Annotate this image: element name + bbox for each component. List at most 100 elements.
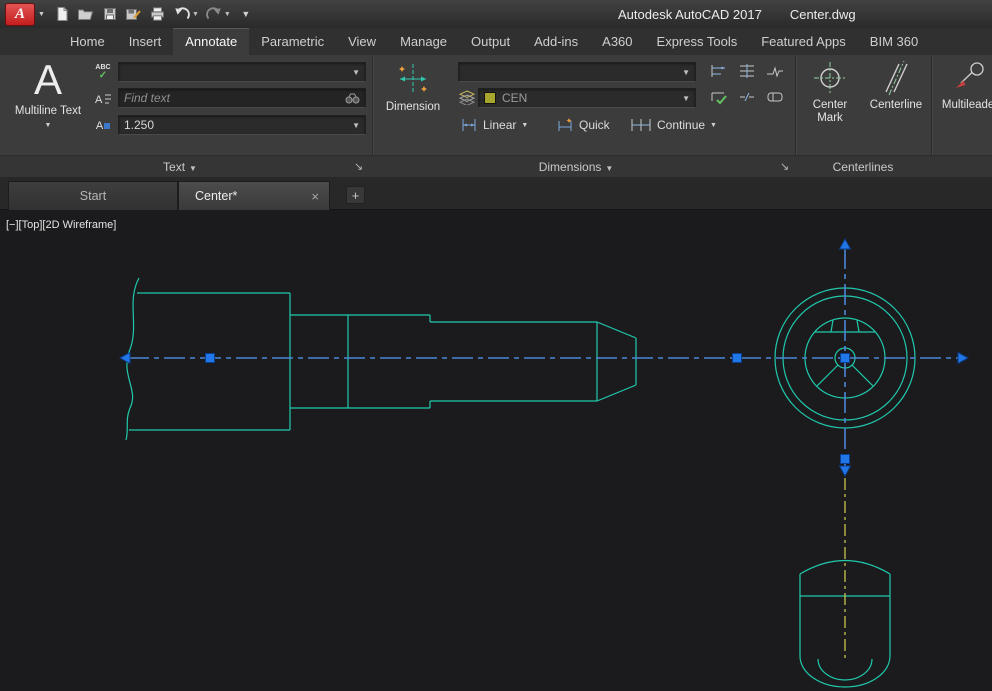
linear-dropdown-icon[interactable]: ▼	[521, 122, 528, 129]
dimensions-panel-title[interactable]: Dimensions▼	[372, 156, 780, 178]
text-style-select-arrow-icon[interactable]: ▼	[348, 68, 360, 77]
centerline-icon	[877, 59, 915, 97]
find-text-field[interactable]	[118, 88, 366, 108]
dimension-layer-combo[interactable]: CEN ▼	[478, 88, 696, 108]
multileaders-panel: Multileader	[931, 55, 992, 155]
find-binoculars-icon	[345, 92, 360, 104]
text-height-arrow-icon[interactable]: ▼	[348, 121, 360, 130]
title-bar: A ▼ ▼ ▼	[0, 0, 992, 28]
ribbon-tab-bar: Home Insert Annotate Parametric View Man…	[0, 28, 992, 55]
save-icon	[102, 6, 118, 22]
tab-bim360[interactable]: BIM 360	[858, 28, 930, 55]
multileader-icon	[952, 59, 988, 97]
grip-triangle-left[interactable]	[120, 353, 130, 364]
continue-dropdown-icon[interactable]: ▼	[710, 122, 717, 129]
drawing-viewport[interactable]	[0, 210, 992, 691]
tab-view[interactable]: View	[336, 28, 388, 55]
tab-home[interactable]: Home	[58, 28, 117, 55]
dim-update-icon	[709, 88, 729, 106]
dim-adjust-space-button[interactable]	[734, 60, 760, 82]
tab-a360[interactable]: A360	[590, 28, 644, 55]
file-tab-start[interactable]: Start	[8, 181, 178, 210]
autocad-app-menu-button[interactable]: A	[5, 3, 35, 26]
spell-check-button[interactable]: ABC✓	[92, 62, 114, 82]
continue-dim-icon	[630, 117, 652, 133]
tab-annotate[interactable]: Annotate	[173, 28, 249, 55]
dim-update-button[interactable]	[706, 86, 732, 108]
grip-square[interactable]	[206, 354, 215, 363]
tab-addins[interactable]: Add-ins	[522, 28, 590, 55]
undo-button[interactable]: ▼	[171, 2, 201, 26]
tab-output[interactable]: Output	[459, 28, 522, 55]
tab-insert[interactable]: Insert	[117, 28, 174, 55]
text-panel-launcher-icon[interactable]: ↘	[354, 156, 363, 178]
redo-button[interactable]: ▼	[203, 2, 233, 26]
grip-square[interactable]	[841, 455, 850, 464]
grip-triangle-top[interactable]	[840, 239, 851, 249]
new-file-button[interactable]	[51, 2, 73, 26]
find-text-input[interactable]	[124, 91, 345, 105]
tab-featured-apps[interactable]: Featured Apps	[749, 28, 858, 55]
text-style-select[interactable]: ▼	[118, 62, 366, 82]
print-button[interactable]	[147, 2, 169, 26]
multiline-text-button[interactable]: A Multiline Text ▼	[8, 57, 88, 132]
ribbon: A Multiline Text ▼ ABC✓ A A ▼	[0, 55, 992, 177]
layer-combo-arrow-icon[interactable]: ▼	[678, 94, 690, 103]
text-height-input[interactable]	[124, 118, 348, 132]
dimension-style-select[interactable]: ▼	[458, 62, 696, 82]
quick-dim-icon	[556, 117, 574, 133]
centerlines-panel-title: Centerlines	[795, 156, 931, 178]
viewport-view-control[interactable]: [Top]	[19, 219, 43, 231]
new-file-icon	[54, 6, 70, 22]
text-align-icon: A	[94, 91, 112, 107]
text-align-button[interactable]: A	[92, 89, 114, 109]
tab-parametric[interactable]: Parametric	[249, 28, 336, 55]
dim-break-icon	[737, 88, 757, 106]
center-mark-icon	[811, 59, 849, 97]
dim-jog-button[interactable]	[762, 60, 788, 82]
save-button[interactable]	[99, 2, 121, 26]
dimension-style-arrow-icon[interactable]: ▼	[678, 68, 690, 77]
tab-express-tools[interactable]: Express Tools	[645, 28, 750, 55]
center-mark-button[interactable]: Center Mark	[799, 59, 861, 125]
multiline-text-dropdown-icon[interactable]: ▼	[45, 119, 52, 132]
close-tab-icon[interactable]: ×	[311, 189, 319, 204]
layer-color-swatch	[484, 92, 496, 104]
dimensions-panel-flyout-icon[interactable]: ▼	[605, 164, 613, 173]
viewport-minus-control[interactable]: [−]	[6, 219, 19, 231]
continue-dimension-button[interactable]: Continue ▼	[630, 117, 717, 133]
multileader-button[interactable]: Multileader	[937, 59, 992, 112]
app-menu-chevron-icon[interactable]: ▼	[38, 11, 45, 18]
quick-dimension-button[interactable]: Quick	[556, 117, 610, 133]
tab-manage[interactable]: Manage	[388, 28, 459, 55]
dim-baseline-button[interactable]	[706, 60, 732, 82]
open-file-button[interactable]	[75, 2, 97, 26]
drawing-area[interactable]: [−] [Top] [2D Wireframe]	[0, 210, 992, 691]
text-panel-title[interactable]: Text▼	[0, 156, 360, 178]
file-tab-center[interactable]: Center* ×	[178, 181, 330, 210]
svg-text:A: A	[95, 94, 103, 106]
text-panel-flyout-icon[interactable]: ▼	[189, 164, 197, 173]
linear-dimension-button[interactable]: Linear ▼	[460, 117, 528, 133]
qat-customize-button[interactable]: ▼	[235, 2, 257, 26]
grip-square-center[interactable]	[841, 354, 850, 363]
viewport-visualstyle-control[interactable]: [2D Wireframe]	[42, 219, 116, 231]
grip-square[interactable]	[733, 354, 742, 363]
dim-inspect-button[interactable]	[762, 86, 788, 108]
grip-triangle-bottom[interactable]	[840, 466, 851, 476]
centerline-button[interactable]: Centerline	[865, 59, 927, 112]
save-as-button[interactable]	[123, 2, 145, 26]
app-title: Autodesk AutoCAD 2017	[618, 7, 762, 22]
dim-break-button[interactable]	[734, 86, 760, 108]
quick-label: Quick	[579, 118, 610, 132]
grip-triangle-right[interactable]	[958, 353, 968, 364]
text-style-button[interactable]: A	[92, 116, 114, 136]
undo-dropdown-icon[interactable]: ▼	[192, 11, 199, 18]
dimension-button[interactable]: Dimension	[378, 59, 448, 114]
text-height-combo[interactable]: ▼	[118, 115, 366, 135]
redo-dropdown-icon[interactable]: ▼	[224, 11, 231, 18]
dimensions-panel-launcher-icon[interactable]: ↘	[780, 156, 789, 178]
layers-button[interactable]	[456, 87, 478, 107]
shaft-side-view-geometry[interactable]	[126, 278, 636, 440]
new-tab-button[interactable]: +	[346, 186, 365, 204]
